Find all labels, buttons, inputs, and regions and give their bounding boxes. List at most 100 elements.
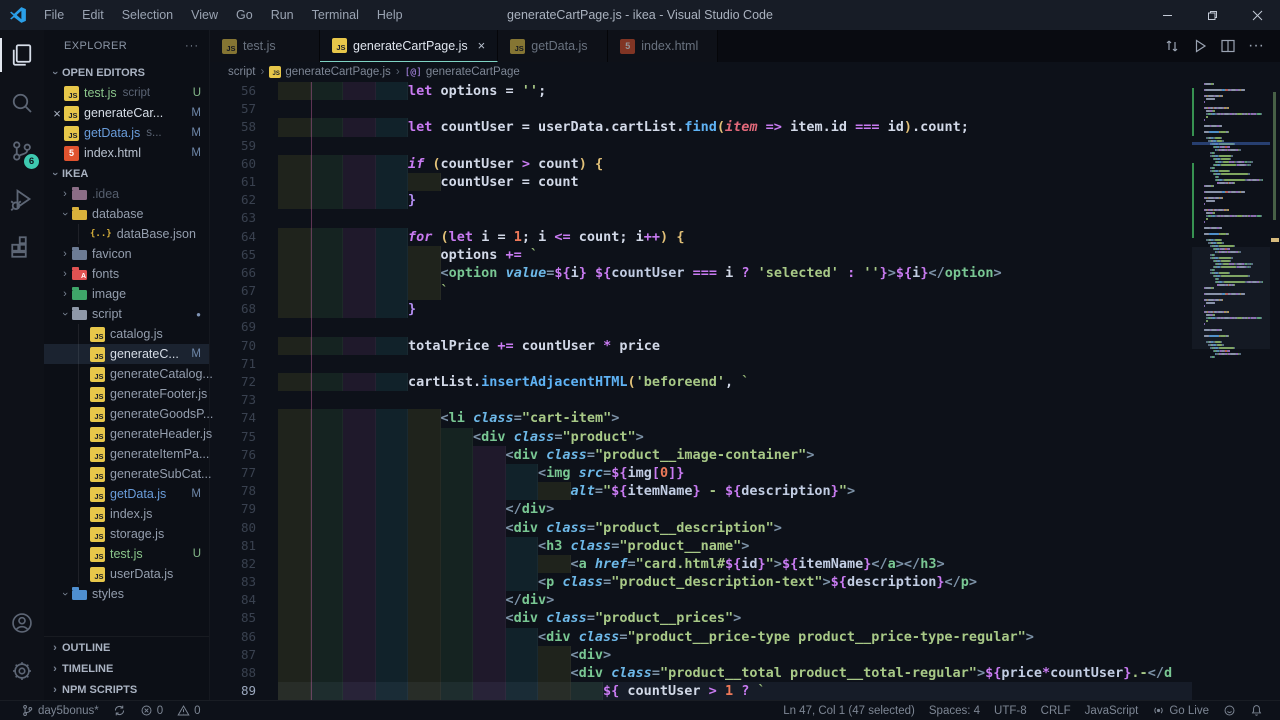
- open-editor-index-html[interactable]: 5 index.html M: [44, 143, 209, 163]
- menu-file[interactable]: File: [35, 0, 73, 30]
- compare-changes-button[interactable]: [1158, 33, 1186, 59]
- open-editors-section-header[interactable]: › OPEN EDITORS: [44, 62, 209, 83]
- code-line-80[interactable]: 80 <div class="product__description">: [210, 518, 1192, 537]
- tab-index-html[interactable]: 5 index.html: [608, 30, 719, 62]
- tree-item-database[interactable]: › database: [44, 204, 209, 224]
- code-line-57[interactable]: 57: [210, 100, 1192, 118]
- activitybar-settings[interactable]: [0, 648, 44, 694]
- code-line-68[interactable]: 68}: [210, 300, 1192, 319]
- status-utf-8[interactable]: UTF-8: [987, 701, 1034, 720]
- code-line-84[interactable]: 84 </div>: [210, 591, 1192, 610]
- code-line-74[interactable]: 74 <li class="cart-item">: [210, 409, 1192, 428]
- section-timeline[interactable]: › TIMELINE: [44, 658, 209, 679]
- code-line-61[interactable]: 61 countUser = count: [210, 172, 1192, 192]
- close-tab-icon[interactable]: ×: [478, 38, 486, 53]
- tree-item-index-js[interactable]: JS index.js: [44, 504, 209, 524]
- close-editor-icon[interactable]: ×: [50, 106, 64, 121]
- status-day5bonus-[interactable]: day5bonus*: [14, 701, 106, 720]
- tree-item-generateC-[interactable]: JS generateC... M: [44, 344, 209, 364]
- tab-test-js[interactable]: JS test.js: [210, 30, 320, 62]
- split-editor-button[interactable]: [1214, 33, 1242, 59]
- code-area[interactable]: 56 let options = ''; 57 58 let countUser = u…: [210, 82, 1280, 700]
- activitybar-account[interactable]: [0, 600, 44, 646]
- open-editor-test-js[interactable]: JS test.js script U: [44, 83, 209, 103]
- tree-item-getData-js[interactable]: JS getData.js M: [44, 484, 209, 504]
- minimap[interactable]: [1192, 82, 1270, 700]
- status-bell[interactable]: [1243, 701, 1270, 720]
- code-line-63[interactable]: 63: [210, 209, 1192, 227]
- menu-terminal[interactable]: Terminal: [303, 0, 368, 30]
- restore-button[interactable]: [1190, 0, 1235, 30]
- breadcrumb-item[interactable]: generateCartPage.js: [285, 66, 390, 78]
- status-0[interactable]: 0: [170, 701, 207, 720]
- code-line-83[interactable]: 83 <p class="product_description-text">${…: [210, 573, 1192, 592]
- tree-item-generateGoodsP-[interactable]: JS generateGoodsP...: [44, 404, 213, 424]
- tree-item-catalog-js[interactable]: JS catalog.js: [44, 324, 209, 344]
- code-line-89[interactable]: 89 ${ countUser > 1 ? `: [210, 682, 1192, 700]
- code-line-58[interactable]: 58 let countUser = userData.cartList.find…: [210, 118, 1192, 137]
- minimize-button[interactable]: [1145, 0, 1190, 30]
- run-button[interactable]: [1186, 33, 1214, 59]
- section-npm-scripts[interactable]: › NPM SCRIPTS: [44, 679, 209, 700]
- code-line-78[interactable]: 78 alt="${itemName} - ${description}">: [210, 482, 1192, 501]
- tab-generateCartPage-js[interactable]: JS generateCartPage.js ×: [320, 30, 499, 62]
- code-line-76[interactable]: 76 <div class="product__image-container">: [210, 445, 1192, 464]
- menu-run[interactable]: Run: [262, 0, 303, 30]
- status-feedback[interactable]: [1216, 701, 1243, 720]
- code-line-67[interactable]: 67 `: [210, 282, 1192, 301]
- status-crlf[interactable]: CRLF: [1034, 701, 1078, 720]
- tree-item-script[interactable]: › script ●: [44, 304, 209, 324]
- code-line-69[interactable]: 69: [210, 318, 1192, 336]
- code-line-87[interactable]: 87 <div>: [210, 645, 1192, 664]
- breadcrumb-item[interactable]: generateCartPage: [426, 66, 520, 78]
- tree-item-image[interactable]: › image: [44, 284, 209, 304]
- menu-go[interactable]: Go: [227, 0, 262, 30]
- code-line-73[interactable]: 73: [210, 391, 1192, 409]
- code-line-79[interactable]: 79 </div>: [210, 500, 1192, 519]
- activitybar-run-debug[interactable]: [0, 176, 44, 222]
- tree-item-styles[interactable]: › styles: [44, 584, 209, 604]
- code-pane[interactable]: 56 let options = ''; 57 58 let countUser = u…: [210, 82, 1192, 700]
- section-outline[interactable]: › OUTLINE: [44, 637, 209, 658]
- code-line-86[interactable]: 86 <div class="product__price-type produc…: [210, 627, 1192, 646]
- code-line-66[interactable]: 66 <option value=${i} ${countUser === i ?…: [210, 263, 1192, 283]
- status-0[interactable]: 0: [133, 701, 170, 720]
- breadcrumb-item[interactable]: script: [228, 66, 255, 78]
- tree-item-favicon[interactable]: › favicon: [44, 244, 209, 264]
- code-line-70[interactable]: 70 totalPrice += countUser * price: [210, 336, 1192, 355]
- code-line-60[interactable]: 60 if (countUser > count) {: [210, 154, 1192, 173]
- status-go-live[interactable]: Go Live: [1145, 701, 1216, 720]
- status-javascript[interactable]: JavaScript: [1078, 701, 1146, 720]
- code-line-59[interactable]: 59: [210, 137, 1192, 155]
- tree-item--idea[interactable]: › .idea: [44, 184, 209, 204]
- explorer-more-actions-icon[interactable]: ···: [185, 40, 199, 52]
- tree-item-dataBase-json[interactable]: {..} dataBase.json: [44, 224, 209, 244]
- menu-edit[interactable]: Edit: [73, 0, 113, 30]
- overview-ruler[interactable]: [1270, 82, 1280, 700]
- tree-item-generateSubCat-[interactable]: JS generateSubCat...: [44, 464, 211, 484]
- code-line-75[interactable]: 75 <div class="product">: [210, 427, 1192, 446]
- more-button[interactable]: ···: [1242, 33, 1270, 59]
- menu-selection[interactable]: Selection: [113, 0, 182, 30]
- tree-item-fonts[interactable]: › Afonts: [44, 264, 209, 284]
- project-section-header[interactable]: › IKEA: [44, 163, 209, 184]
- menu-view[interactable]: View: [182, 0, 227, 30]
- code-line-81[interactable]: 81 <h3 class="product__name">: [210, 536, 1192, 555]
- activitybar-explorer[interactable]: [0, 32, 44, 78]
- code-line-77[interactable]: 77 <img src=${img[0]}: [210, 463, 1192, 483]
- code-line-82[interactable]: 82 <a href="card.html#${id}">${itemName}<…: [210, 554, 1192, 574]
- code-line-56[interactable]: 56 let options = '';: [210, 82, 1192, 101]
- code-line-71[interactable]: 71: [210, 355, 1192, 373]
- tree-item-userData-js[interactable]: JS userData.js: [44, 564, 209, 584]
- tree-item-test-js[interactable]: JS test.js U: [44, 544, 209, 564]
- status-ln-47-col-1-47-selected-[interactable]: Ln 47, Col 1 (47 selected): [776, 701, 922, 720]
- activitybar-source-control[interactable]: 6: [0, 128, 44, 174]
- tab-getData-js[interactable]: JS getData.js: [498, 30, 609, 62]
- tree-item-generateFooter-js[interactable]: JS generateFooter.js: [44, 384, 209, 404]
- open-editor-generateCar-[interactable]: × JS generateCar... M: [44, 103, 209, 123]
- tree-item-generateItemPa-[interactable]: JS generateItemPa...: [44, 444, 209, 464]
- tree-item-storage-js[interactable]: JS storage.js: [44, 524, 209, 544]
- tree-item-generateHeader-js[interactable]: JS generateHeader.js: [44, 424, 212, 444]
- open-editor-getData-js[interactable]: JS getData.js s... M: [44, 123, 209, 143]
- code-line-85[interactable]: 85 <div class="product__prices">: [210, 609, 1192, 628]
